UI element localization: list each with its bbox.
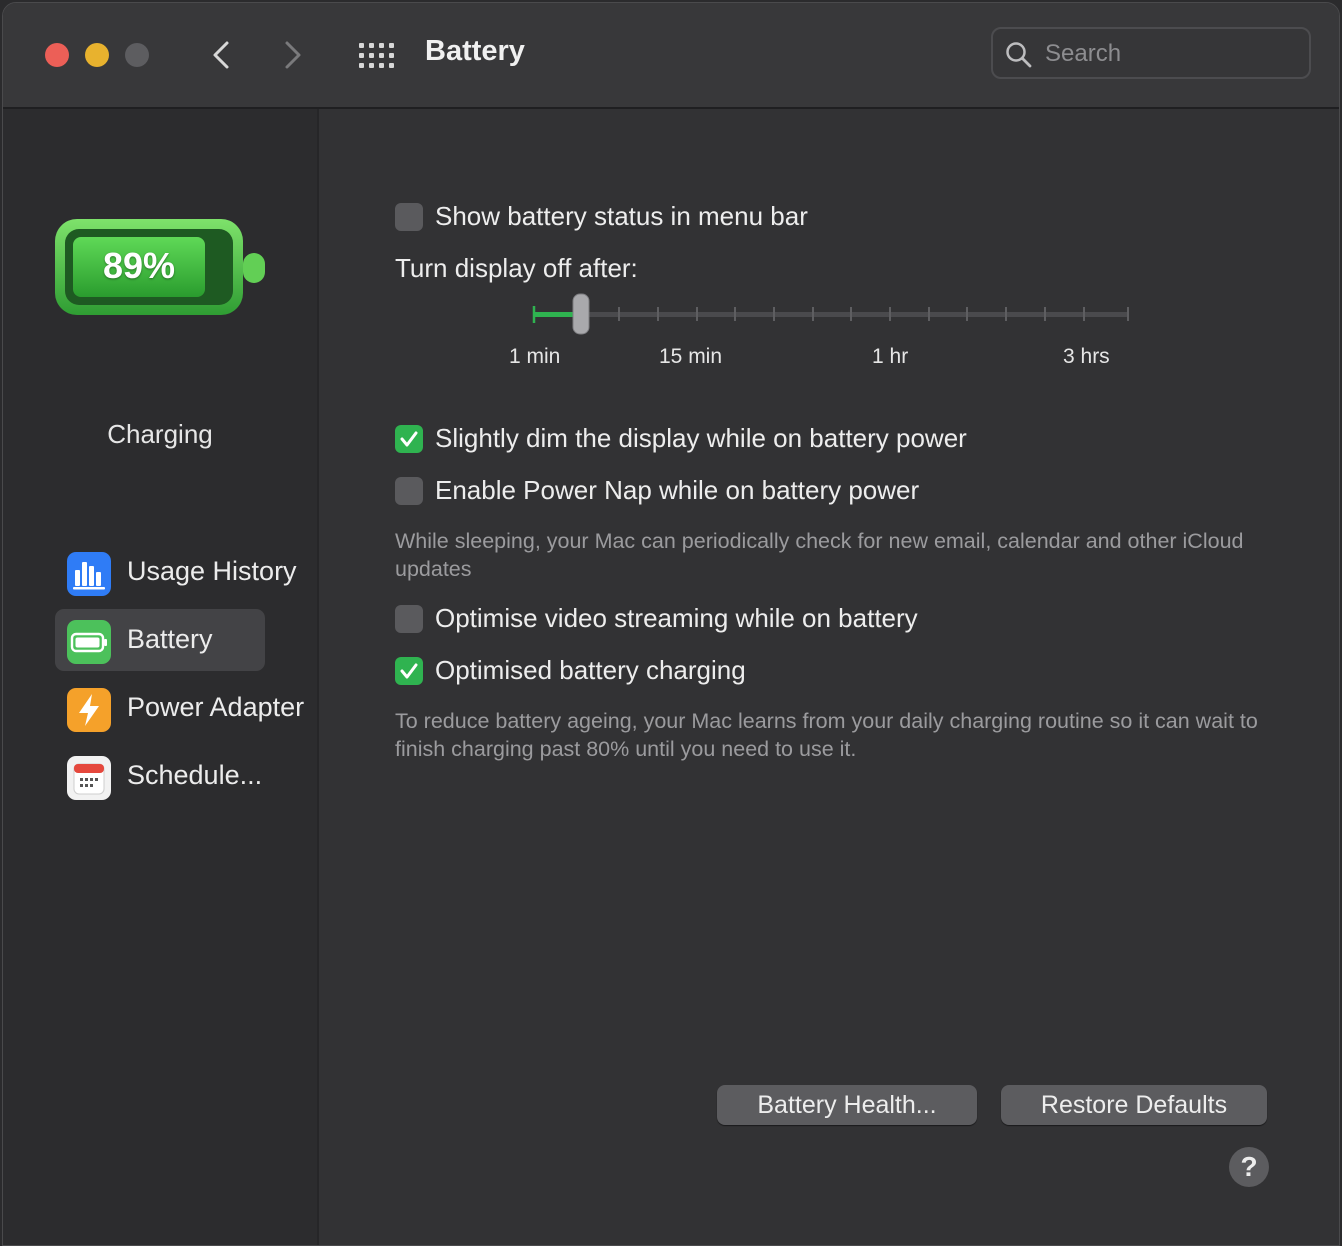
slider-thumb[interactable] (572, 293, 590, 335)
forward-button[interactable] (277, 39, 307, 71)
sidebar-item-power-adapter[interactable]: Power Adapter (55, 677, 304, 739)
help-button[interactable]: ? (1229, 1147, 1269, 1187)
power-adapter-icon (67, 688, 111, 732)
restore-defaults-button[interactable]: Restore Defaults (1001, 1085, 1267, 1125)
sidebar-item-schedule[interactable]: Schedule... (55, 745, 265, 807)
show-all-button[interactable] (357, 41, 395, 71)
sidebar-item-usage-history[interactable]: Usage History (55, 541, 297, 603)
sidebar: 89% Charging Usage History Battery Power… (3, 109, 319, 1245)
power-nap-checkbox[interactable] (395, 477, 423, 505)
usage-history-icon (67, 552, 111, 596)
battery-percentage: 89% (102, 245, 176, 286)
search-icon (1006, 42, 1032, 68)
show-battery-status-checkbox[interactable] (395, 203, 423, 231)
back-button[interactable] (207, 39, 237, 71)
chevron-left-icon (213, 41, 229, 69)
show-battery-status-label: Show battery status in menu bar (435, 201, 808, 231)
battery-settings-panel: Show battery status in menu bar Turn dis… (319, 109, 1339, 1245)
close-window-button[interactable] (45, 43, 69, 67)
display-off-slider[interactable] (531, 291, 1131, 341)
minimize-window-button[interactable] (85, 43, 109, 67)
sidebar-item-battery[interactable]: Battery (55, 609, 265, 671)
optimised-charging-checkbox[interactable] (395, 657, 423, 685)
title-bar: Battery (3, 3, 1339, 109)
checkmark-icon (400, 431, 418, 447)
power-nap-label: Enable Power Nap while on battery power (435, 475, 920, 505)
chevron-right-icon (285, 41, 301, 69)
battery-icon (67, 620, 111, 664)
grid-icon (359, 43, 394, 68)
optimised-charging-description: To reduce battery ageing, your Mac learn… (395, 709, 1258, 761)
slider-tick-label: 3 hrs (1063, 345, 1110, 368)
optimised-charging-label: Optimised battery charging (435, 655, 746, 685)
power-nap-description: While sleeping, your Mac can periodicall… (395, 529, 1244, 581)
schedule-icon (67, 756, 111, 800)
video-streaming-checkbox[interactable] (395, 605, 423, 633)
search-field[interactable] (991, 27, 1311, 79)
charging-status: Charging (107, 419, 213, 449)
battery-level-graphic: 89% (53, 215, 269, 324)
sidebar-item-label: Usage History (127, 556, 297, 586)
turn-display-off-label: Turn display off after: (395, 253, 638, 283)
search-input[interactable] (1043, 39, 1297, 69)
battery-health-button[interactable]: Battery Health... (717, 1085, 977, 1125)
slider-tick-label: 1 min (509, 345, 561, 368)
video-streaming-label: Optimise video streaming while on batter… (435, 603, 918, 633)
system-preferences-window: Battery Search 89% Charging Usage Histor… (2, 2, 1340, 1246)
sidebar-item-label: Power Adapter (127, 692, 305, 722)
sidebar-item-label: Battery (127, 624, 213, 654)
window-title: Battery (425, 35, 525, 67)
slider-tick-label: 15 min (659, 345, 723, 368)
zoom-window-button[interactable] (125, 43, 149, 67)
dim-display-checkbox[interactable] (395, 425, 423, 453)
slider-tick-label: 1 hr (872, 345, 909, 368)
checkmark-icon (400, 663, 418, 679)
sidebar-item-label: Schedule... (127, 760, 263, 790)
dim-display-label: Slightly dim the display while on batter… (435, 423, 967, 453)
